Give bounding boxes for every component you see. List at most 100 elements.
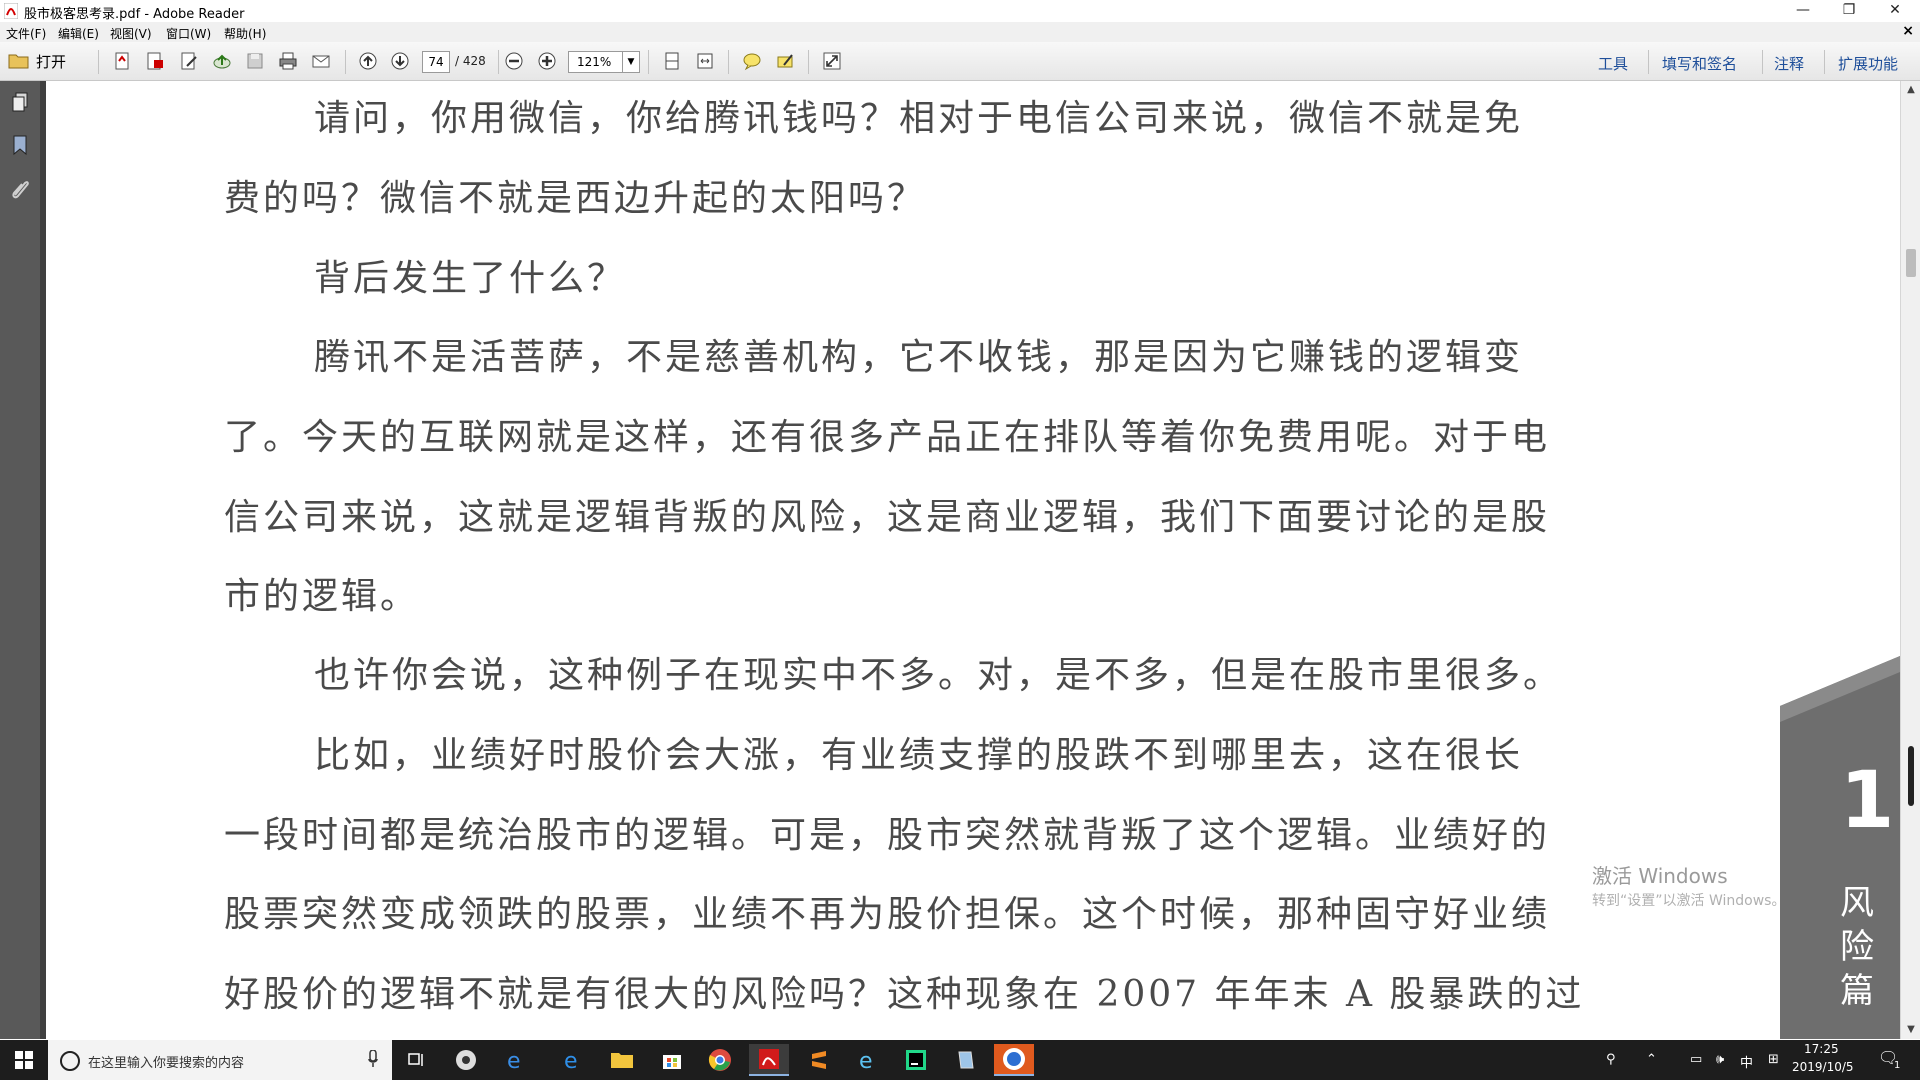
taskbar-explorer[interactable]: [602, 1044, 642, 1076]
fill-sign-link[interactable]: 填写和签名: [1662, 53, 1737, 74]
text-line: 腾讯不是活菩萨，不是慈善机构，它不收钱，那是因为它赚钱的逻辑变: [314, 337, 1524, 378]
chapter-side-tab: 1 风险篇: [1780, 656, 1900, 1039]
taskbar-sublime[interactable]: [799, 1044, 839, 1076]
text-line: 也许你会说，这种例子在现实中不多。对，是不多，但是在股市里很多。: [314, 655, 1563, 696]
menu-file[interactable]: 文件(F): [6, 25, 46, 42]
clock-date[interactable]: 2019/10/5: [1792, 1060, 1854, 1074]
taskbar-chrome[interactable]: [700, 1044, 740, 1076]
bookmarks-icon[interactable]: [9, 134, 31, 156]
extend-link[interactable]: 扩展功能: [1838, 53, 1898, 74]
folder-icon: [8, 54, 29, 69]
volume-icon[interactable]: 🕪: [1716, 1052, 1724, 1067]
taskbar-adobe-reader[interactable]: [749, 1044, 789, 1076]
taskbar-store[interactable]: [652, 1044, 692, 1076]
open-label: 打开: [36, 52, 67, 71]
edit-pdf-button[interactable]: [177, 50, 201, 72]
task-view-button[interactable]: [396, 1044, 436, 1076]
taskbar-edge[interactable]: e: [552, 1044, 592, 1076]
menu-bar: 文件(F) 编辑(E) 视图(V) 窗口(W) 帮助(H) ×: [0, 22, 1920, 42]
email-button[interactable]: [309, 50, 333, 72]
taskbar-app-active[interactable]: [994, 1044, 1034, 1076]
envelope-icon: [312, 55, 330, 68]
show-hidden-icons-icon[interactable]: ⌃: [1646, 1052, 1657, 1067]
task-view-icon: [408, 1053, 423, 1066]
taskbar-ie-1[interactable]: e: [496, 1044, 536, 1076]
notes-icon: [958, 1051, 974, 1069]
attachments-icon[interactable]: [9, 177, 31, 199]
text-line: 比如，业绩好时股价会大涨，有业绩支撑的股跌不到哪里去，这在很长: [314, 735, 1524, 776]
arrow-up-icon: [359, 52, 377, 70]
taskbar-ie-2[interactable]: e: [847, 1044, 887, 1076]
fit-page-button[interactable]: [660, 50, 684, 72]
comment-link[interactable]: 注释: [1774, 53, 1804, 74]
highlight-button[interactable]: [773, 50, 797, 72]
toolbar: 打开 / 428 121% ▼: [0, 42, 1920, 81]
vertical-scrollbar[interactable]: ▲ ▼: [1900, 81, 1920, 1039]
fit-width-button[interactable]: [693, 50, 717, 72]
activation-watermark-title: 激活 Windows: [1592, 864, 1728, 888]
maximize-button[interactable]: ❐: [1826, 0, 1872, 22]
taskbar-search-box[interactable]: 在这里输入你要搜索的内容: [48, 1040, 392, 1080]
cortana-icon: [60, 1051, 80, 1071]
scroll-position-marker: [1908, 746, 1914, 806]
minus-circle-icon: [505, 52, 523, 70]
internet-explorer-icon: e: [507, 1049, 521, 1072]
people-icon[interactable]: ⚲: [1606, 1052, 1616, 1067]
page-thumbnails-icon[interactable]: [9, 91, 31, 113]
keyboard-layout-icon[interactable]: ⊞: [1768, 1052, 1779, 1067]
svg-text:e: e: [564, 1049, 578, 1072]
highlighter-icon: [777, 54, 793, 68]
upload-button[interactable]: [210, 50, 234, 72]
export-pdf-icon: [147, 52, 163, 70]
taskbar-pycharm[interactable]: [896, 1044, 936, 1076]
zoom-in-button[interactable]: [535, 50, 559, 72]
export-pdf-button[interactable]: [143, 50, 167, 72]
minimize-button[interactable]: —: [1780, 0, 1826, 22]
scrollbar-thumb[interactable]: [1906, 249, 1916, 277]
close-button[interactable]: ✕: [1872, 0, 1918, 22]
plus-circle-icon: [538, 52, 556, 70]
scroll-up-arrow-icon[interactable]: ▲: [1901, 81, 1920, 99]
arrow-down-icon: [391, 52, 409, 70]
taskbar-app-1[interactable]: [446, 1044, 486, 1076]
menu-view[interactable]: 视图(V): [110, 25, 152, 42]
fit-width-icon: [697, 53, 713, 69]
text-line: 了。今天的互联网就是这样，还有很多产品正在排队等着你免费用呢。对于电: [224, 417, 1551, 458]
create-pdf-icon: [115, 52, 129, 70]
create-pdf-button[interactable]: [110, 50, 134, 72]
navigation-pane: [0, 81, 40, 1039]
clock-time[interactable]: 17:25: [1804, 1042, 1839, 1056]
close-document-button[interactable]: ×: [1902, 23, 1914, 39]
page-edge: [40, 81, 46, 1039]
adobe-reader-icon: [759, 1049, 779, 1069]
start-button[interactable]: [0, 1040, 48, 1080]
text-line: 背后发生了什么？: [314, 258, 627, 299]
zoom-value: 121%: [577, 55, 612, 69]
save-icon: [247, 53, 263, 69]
taskbar-notes[interactable]: [946, 1044, 986, 1076]
text-line: 好股价的逻辑不就是有很大的风险吗？这种现象在 2007 年年末 A 股暴跌的过: [224, 974, 1585, 1015]
chevron-down-icon[interactable]: ▼: [622, 52, 639, 72]
printer-icon: [279, 52, 297, 70]
next-page-button[interactable]: [388, 50, 412, 72]
ime-indicator[interactable]: 中: [1740, 1052, 1753, 1071]
open-button[interactable]: 打开: [8, 50, 66, 72]
print-button[interactable]: [276, 50, 300, 72]
zoom-out-button[interactable]: [502, 50, 526, 72]
page-number-input[interactable]: [422, 51, 450, 73]
previous-page-button[interactable]: [356, 50, 380, 72]
chrome-icon: [708, 1049, 731, 1071]
text-line: 信公司来说，这就是逻辑背叛的风险，这是商业逻辑，我们下面要讨论的是股: [224, 497, 1551, 538]
menu-help[interactable]: 帮助(H): [224, 25, 266, 42]
zoom-select[interactable]: 121% ▼: [568, 51, 640, 73]
scroll-down-arrow-icon[interactable]: ▼: [1901, 1021, 1920, 1039]
tools-link[interactable]: 工具: [1598, 53, 1628, 74]
network-icon[interactable]: ▭: [1690, 1052, 1702, 1067]
menu-edit[interactable]: 编辑(E): [58, 25, 99, 42]
menu-window[interactable]: 窗口(W): [166, 25, 211, 42]
save-button[interactable]: [243, 50, 267, 72]
comment-button[interactable]: [740, 50, 764, 72]
microphone-icon[interactable]: [368, 1050, 378, 1068]
app-icon: [1003, 1048, 1025, 1070]
full-screen-button[interactable]: [820, 50, 844, 72]
